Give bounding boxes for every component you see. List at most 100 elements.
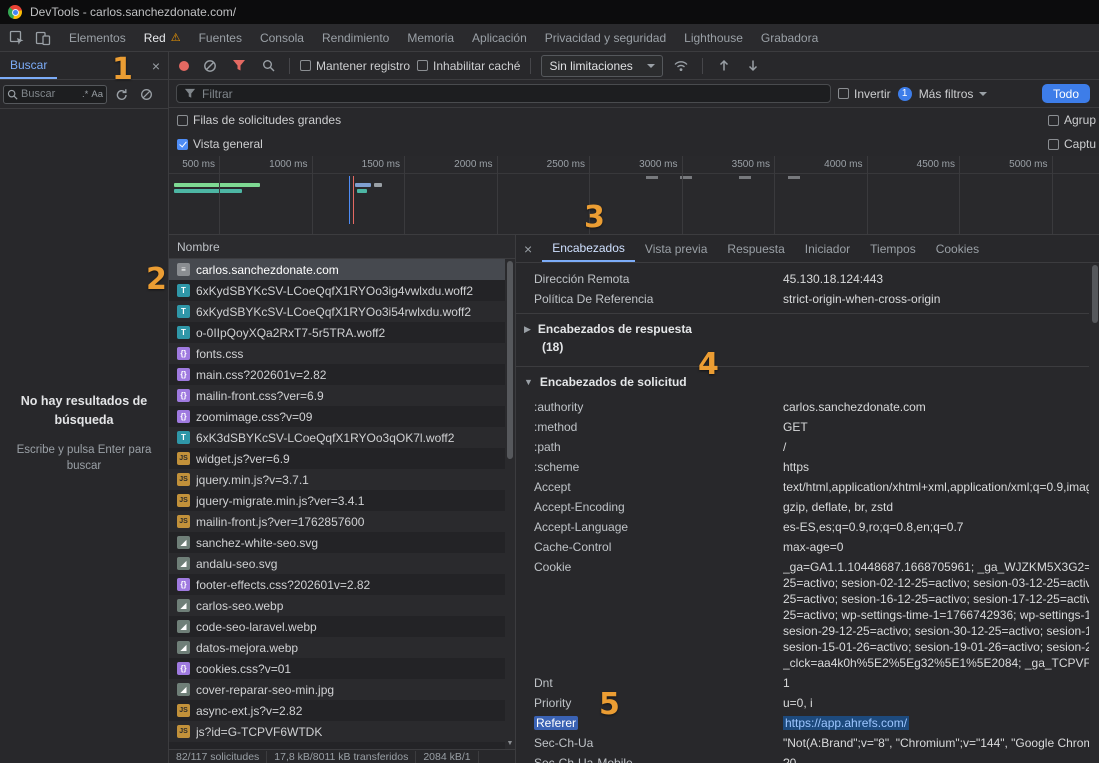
header-name[interactable]: Dnt: [534, 673, 783, 693]
overview-checkbox[interactable]: Vista general: [177, 137, 263, 151]
tab-rendimiento[interactable]: Rendimiento: [313, 24, 398, 51]
filter-all-chip[interactable]: Todo: [1042, 84, 1090, 103]
more-filters-button[interactable]: Más filtros: [919, 87, 988, 101]
regex-toggle[interactable]: .*: [82, 89, 88, 100]
request-row[interactable]: {}zoomimage.css?v=09: [169, 406, 515, 427]
request-row[interactable]: ◢cover-reparar-seo-min.jpg: [169, 679, 515, 700]
search-input[interactable]: Buscar .* Aa: [3, 85, 107, 104]
request-row[interactable]: {}cookies.css?v=01: [169, 658, 515, 679]
request-name: mailin-front.js?ver=1762857600: [196, 515, 364, 529]
header-name[interactable]: Cookie: [534, 557, 783, 577]
tab-consola[interactable]: Consola: [251, 24, 313, 51]
request-row[interactable]: {}mailin-front.css?ver=6.9: [169, 385, 515, 406]
disable-cache-checkbox[interactable]: Inhabilitar caché: [417, 59, 520, 73]
throttling-select[interactable]: Sin limitaciones: [541, 55, 662, 77]
filter-toggle-icon[interactable]: [228, 55, 250, 77]
network-conditions-icon[interactable]: [670, 55, 692, 77]
tab-label: Privacidad y seguridad: [545, 31, 666, 45]
request-headers-section[interactable]: ▼ Encabezados de solicitud: [516, 367, 1089, 391]
header-name[interactable]: Priority: [534, 693, 783, 713]
request-row[interactable]: ◢sanchez-white-seo.svg: [169, 532, 515, 553]
details-tab-vista-previa[interactable]: Vista previa: [635, 235, 717, 262]
request-row[interactable]: ◢datos-mejora.webp: [169, 637, 515, 658]
requests-scrollbar[interactable]: ▼: [505, 259, 515, 749]
tab-elementos[interactable]: Elementos: [60, 24, 135, 51]
doc-file-icon: ≡: [177, 263, 190, 276]
search-network-icon[interactable]: [257, 55, 279, 77]
request-row[interactable]: {}footer-effects.css?202601v=2.82: [169, 574, 515, 595]
details-scrollbar[interactable]: [1090, 263, 1099, 763]
tab-lighthouse[interactable]: Lighthouse: [675, 24, 752, 51]
scrollbar-thumb[interactable]: [1092, 265, 1098, 323]
har-download-icon[interactable]: [742, 55, 764, 77]
network-filter-input[interactable]: Filtrar: [176, 84, 831, 103]
preserve-log-checkbox[interactable]: Mantener registro: [300, 59, 410, 73]
details-tab-cookies[interactable]: Cookies: [926, 235, 989, 262]
search-panel-tab[interactable]: Buscar: [0, 52, 57, 79]
header-name[interactable]: Accept-Encoding: [534, 497, 783, 517]
header-name[interactable]: :path: [534, 437, 783, 457]
details-tab-encabezados[interactable]: Encabezados: [542, 235, 635, 262]
inspect-element-icon[interactable]: [5, 26, 29, 50]
header-name[interactable]: :authority: [534, 397, 783, 417]
request-row[interactable]: {}fonts.css: [169, 343, 515, 364]
capture-screenshots-checkbox[interactable]: Captu: [1048, 137, 1099, 151]
har-upload-icon[interactable]: [713, 55, 735, 77]
chevron-down-icon: [979, 92, 987, 96]
request-row[interactable]: T6xK3dSBYKcSV-LCoeQqfX1RYOo3qOK7l.woff2: [169, 427, 515, 448]
request-row[interactable]: ≡carlos.sanchezdonate.com: [169, 259, 515, 280]
device-toolbar-icon[interactable]: [31, 26, 55, 50]
request-row[interactable]: {}main.css?202601v=2.82: [169, 364, 515, 385]
request-row[interactable]: JSmailin-front.js?ver=1762857600: [169, 511, 515, 532]
header-name[interactable]: Accept-Language: [534, 517, 783, 537]
header-name[interactable]: :method: [534, 417, 783, 437]
request-row[interactable]: ◢andalu-seo.svg: [169, 553, 515, 574]
close-details-icon[interactable]: ×: [524, 242, 532, 256]
tab-label: Red: [144, 31, 166, 45]
response-headers-section[interactable]: ▶ Encabezados de respuesta: [516, 314, 1089, 338]
clear-search-icon[interactable]: [135, 83, 157, 105]
request-row[interactable]: JSjquery.min.js?v=3.7.1: [169, 469, 515, 490]
response-headers-count: (18): [516, 338, 1089, 362]
tab-privacidad-y-seguridad[interactable]: Privacidad y seguridad: [536, 24, 675, 51]
header-name[interactable]: Sec-Ch-Ua: [534, 733, 783, 753]
header-name[interactable]: Accept: [534, 477, 783, 497]
name-column-header[interactable]: Nombre: [169, 235, 515, 259]
search-match-highlight: Referer: [534, 716, 578, 730]
request-row[interactable]: JSjquery-migrate.min.js?ver=3.4.1: [169, 490, 515, 511]
scroll-down-arrow-icon[interactable]: ▼: [507, 740, 514, 747]
invert-filter-checkbox[interactable]: Invertir: [838, 87, 891, 101]
section-title: Encabezados de solicitud: [540, 375, 687, 389]
tab-memoria[interactable]: Memoria: [398, 24, 463, 51]
close-search-panel-icon[interactable]: ×: [152, 59, 160, 73]
search-input-row: Buscar .* Aa: [0, 80, 168, 109]
group-by-frame-checkbox[interactable]: Agrup: [1048, 113, 1099, 127]
network-overview-timeline[interactable]: 500 ms1000 ms1500 ms2000 ms2500 ms3000 m…: [169, 156, 1099, 235]
request-row[interactable]: To-0IIpQoyXQa2RxT7-5r5TRA.woff2: [169, 322, 515, 343]
request-row[interactable]: ◢code-seo-laravel.webp: [169, 616, 515, 637]
request-row[interactable]: JSasync-ext.js?v=2.82: [169, 700, 515, 721]
clear-network-log-icon[interactable]: [199, 55, 221, 77]
case-sensitive-toggle[interactable]: Aa: [91, 89, 103, 100]
big-request-rows-checkbox[interactable]: Filas de solicitudes grandes: [177, 113, 341, 127]
request-row[interactable]: JSwidget.js?ver=6.9: [169, 448, 515, 469]
tab-fuentes[interactable]: Fuentes: [190, 24, 251, 51]
header-name[interactable]: :scheme: [534, 457, 783, 477]
header-name[interactable]: Cache-Control: [534, 537, 783, 557]
record-network-log-button[interactable]: [179, 61, 189, 71]
request-row[interactable]: JSjs?id=G-TCPVF6WTDK: [169, 721, 515, 742]
tab-aplicaci-n[interactable]: Aplicación: [463, 24, 536, 51]
details-tab-tiempos[interactable]: Tiempos: [860, 235, 926, 262]
scrollbar-thumb[interactable]: [507, 261, 513, 459]
request-row[interactable]: ◢carlos-seo.webp: [169, 595, 515, 616]
details-tab-iniciador[interactable]: Iniciador: [795, 235, 860, 262]
request-row[interactable]: T6xKydSBYKcSV-LCoeQqfX1RYOo3ig4vwlxdu.wo…: [169, 280, 515, 301]
tab-grabadora[interactable]: Grabadora: [752, 24, 827, 51]
request-row[interactable]: T6xKydSBYKcSV-LCoeQqfX1RYOo3i54rwlxdu.wo…: [169, 301, 515, 322]
tab-red[interactable]: Red⚠: [135, 24, 190, 51]
request-name: 6xKydSBYKcSV-LCoeQqfX1RYOo3i54rwlxdu.wof…: [196, 305, 471, 319]
header-name[interactable]: Sec-Ch-Ua-Mobile: [534, 753, 783, 763]
header-row: Cache-Controlmax-age=0: [516, 537, 1089, 557]
details-tab-respuesta[interactable]: Respuesta: [717, 235, 794, 262]
header-name[interactable]: Referer: [534, 713, 783, 733]
